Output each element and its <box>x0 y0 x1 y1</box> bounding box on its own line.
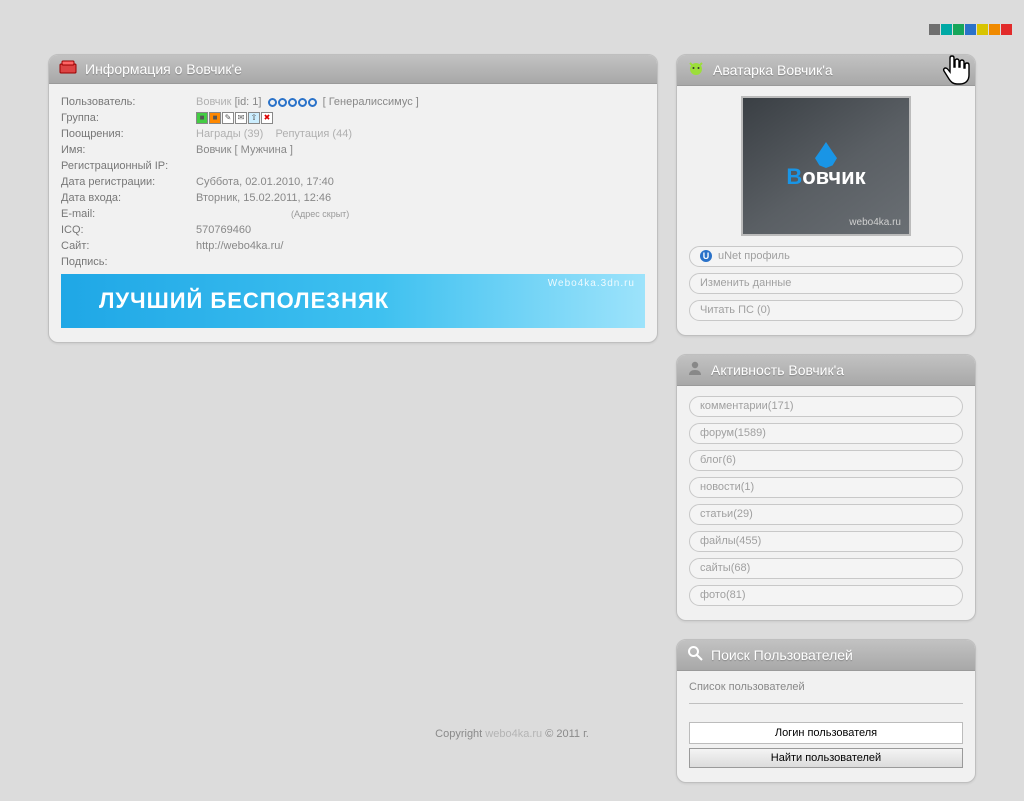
activity-news[interactable]: новости(1) <box>689 477 963 498</box>
awards-link[interactable]: Награды (39) <box>196 128 263 140</box>
avatar-panel-title: Аватарка Вовчик'а <box>713 62 833 78</box>
search-panel-header: Поиск Пользователей <box>677 640 975 671</box>
activity-files[interactable]: файлы(455) <box>689 531 963 552</box>
value-regip <box>196 158 645 174</box>
label-group: Группа: <box>61 110 196 126</box>
label-email: E-mail: <box>61 206 196 222</box>
value-email: (Адрес скрыт) <box>196 206 645 222</box>
activity-photo[interactable]: фото(81) <box>689 585 963 606</box>
theme-swatch-gray[interactable] <box>929 24 940 35</box>
search-panel-title: Поиск Пользователей <box>711 647 853 663</box>
footer: Copyright webo4ka.ru © 2011 г. <box>0 728 1024 740</box>
avatar-image: Вовчик webo4ka.ru <box>741 96 911 236</box>
info-panel-header: Информация о Вовчик'е <box>49 55 657 84</box>
theme-swatch-teal[interactable] <box>941 24 952 35</box>
find-users-button[interactable] <box>689 748 963 768</box>
activity-sites[interactable]: сайты(68) <box>689 558 963 579</box>
label-rewards: Поощрения: <box>61 126 196 142</box>
value-regdate: Суббота, 02.01.2010, 17:40 <box>196 174 645 190</box>
label-signature: Подпись: <box>61 254 196 270</box>
theme-swatch-blue[interactable] <box>965 24 976 35</box>
theme-swatch-red[interactable] <box>1001 24 1012 35</box>
value-login: Вторник, 15.02.2011, 12:46 <box>196 190 645 206</box>
info-panel-title: Информация о Вовчик'е <box>85 61 242 77</box>
avatar-icon <box>687 60 705 79</box>
rank-icon <box>268 98 317 107</box>
theme-swatch-orange[interactable] <box>989 24 1000 35</box>
value-site-link[interactable]: http://webo4ka.ru/ <box>196 240 283 252</box>
value-icq: 570769460 <box>196 222 645 238</box>
label-login: Дата входа: <box>61 190 196 206</box>
reputation-link[interactable]: Репутация (44) <box>276 128 352 140</box>
unet-profile-link[interactable]: U uNet профиль <box>689 246 963 267</box>
banner-sub-text: Webo4ka.3dn.ru <box>548 278 635 289</box>
signature-banner[interactable]: ЛУЧШИЙ БЕСПОЛЕЗНЯК Webo4ka.3dn.ru <box>61 274 645 328</box>
label-site: Сайт: <box>61 238 196 254</box>
activity-blog[interactable]: блог(6) <box>689 450 963 471</box>
theme-swatch-green[interactable] <box>953 24 964 35</box>
value-group: ■ ■ ✎ ✉ ⇧ ✖ <box>196 110 645 126</box>
activity-panel: Активность Вовчик'а комментарии(171) фор… <box>676 354 976 621</box>
search-panel: Поиск Пользователей Список пользователей <box>676 639 976 783</box>
footer-brand[interactable]: webo4ka.ru <box>485 728 542 740</box>
value-rewards: Награды (39) Репутация (44) <box>196 126 645 142</box>
label-name: Имя: <box>61 142 196 158</box>
activity-panel-title: Активность Вовчик'а <box>711 362 844 378</box>
divider <box>689 703 963 704</box>
activity-panel-header: Активность Вовчик'а <box>677 355 975 386</box>
banner-main-text: ЛУЧШИЙ БЕСПОЛЕЗНЯК <box>99 288 389 314</box>
activity-articles[interactable]: статьи(29) <box>689 504 963 525</box>
unet-icon: U <box>700 250 712 262</box>
value-user: Вовчик [id: 1] [ Генералиссимус ] <box>196 94 645 110</box>
activity-comments[interactable]: комментарии(171) <box>689 396 963 417</box>
label-regip: Регистрационный IP: <box>61 158 196 174</box>
activity-forum[interactable]: форум(1589) <box>689 423 963 444</box>
label-icq: ICQ: <box>61 222 196 238</box>
label-user: Пользователь: <box>61 94 196 110</box>
theme-swatch-yellow[interactable] <box>977 24 988 35</box>
search-icon <box>687 645 703 664</box>
activity-list: комментарии(171) форум(1589) блог(6) нов… <box>677 386 975 620</box>
info-icon <box>59 60 77 77</box>
value-name: Вовчик [ Мужчина ] <box>196 142 645 158</box>
edit-profile-link[interactable]: Изменить данные <box>689 273 963 294</box>
avatar-panel-header: Аватарка Вовчик'а <box>677 55 975 86</box>
avatar-url: webo4ka.ru <box>849 217 901 228</box>
group-badges-icon: ■ ■ ✎ ✉ ⇧ ✖ <box>196 112 273 124</box>
label-regdate: Дата регистрации: <box>61 174 196 190</box>
read-pm-link[interactable]: Читать ПС (0) <box>689 300 963 321</box>
theme-picker <box>929 24 1012 35</box>
info-table: Пользователь: Вовчик [id: 1] [ Генералис… <box>61 94 645 270</box>
user-list-link[interactable]: Список пользователей <box>689 681 805 693</box>
avatar-panel: Аватарка Вовчик'а Вовчик webo4ka.ru U uN… <box>676 54 976 336</box>
user-icon <box>687 360 703 379</box>
info-panel: Информация о Вовчик'е Пользователь: Вовч… <box>48 54 658 343</box>
